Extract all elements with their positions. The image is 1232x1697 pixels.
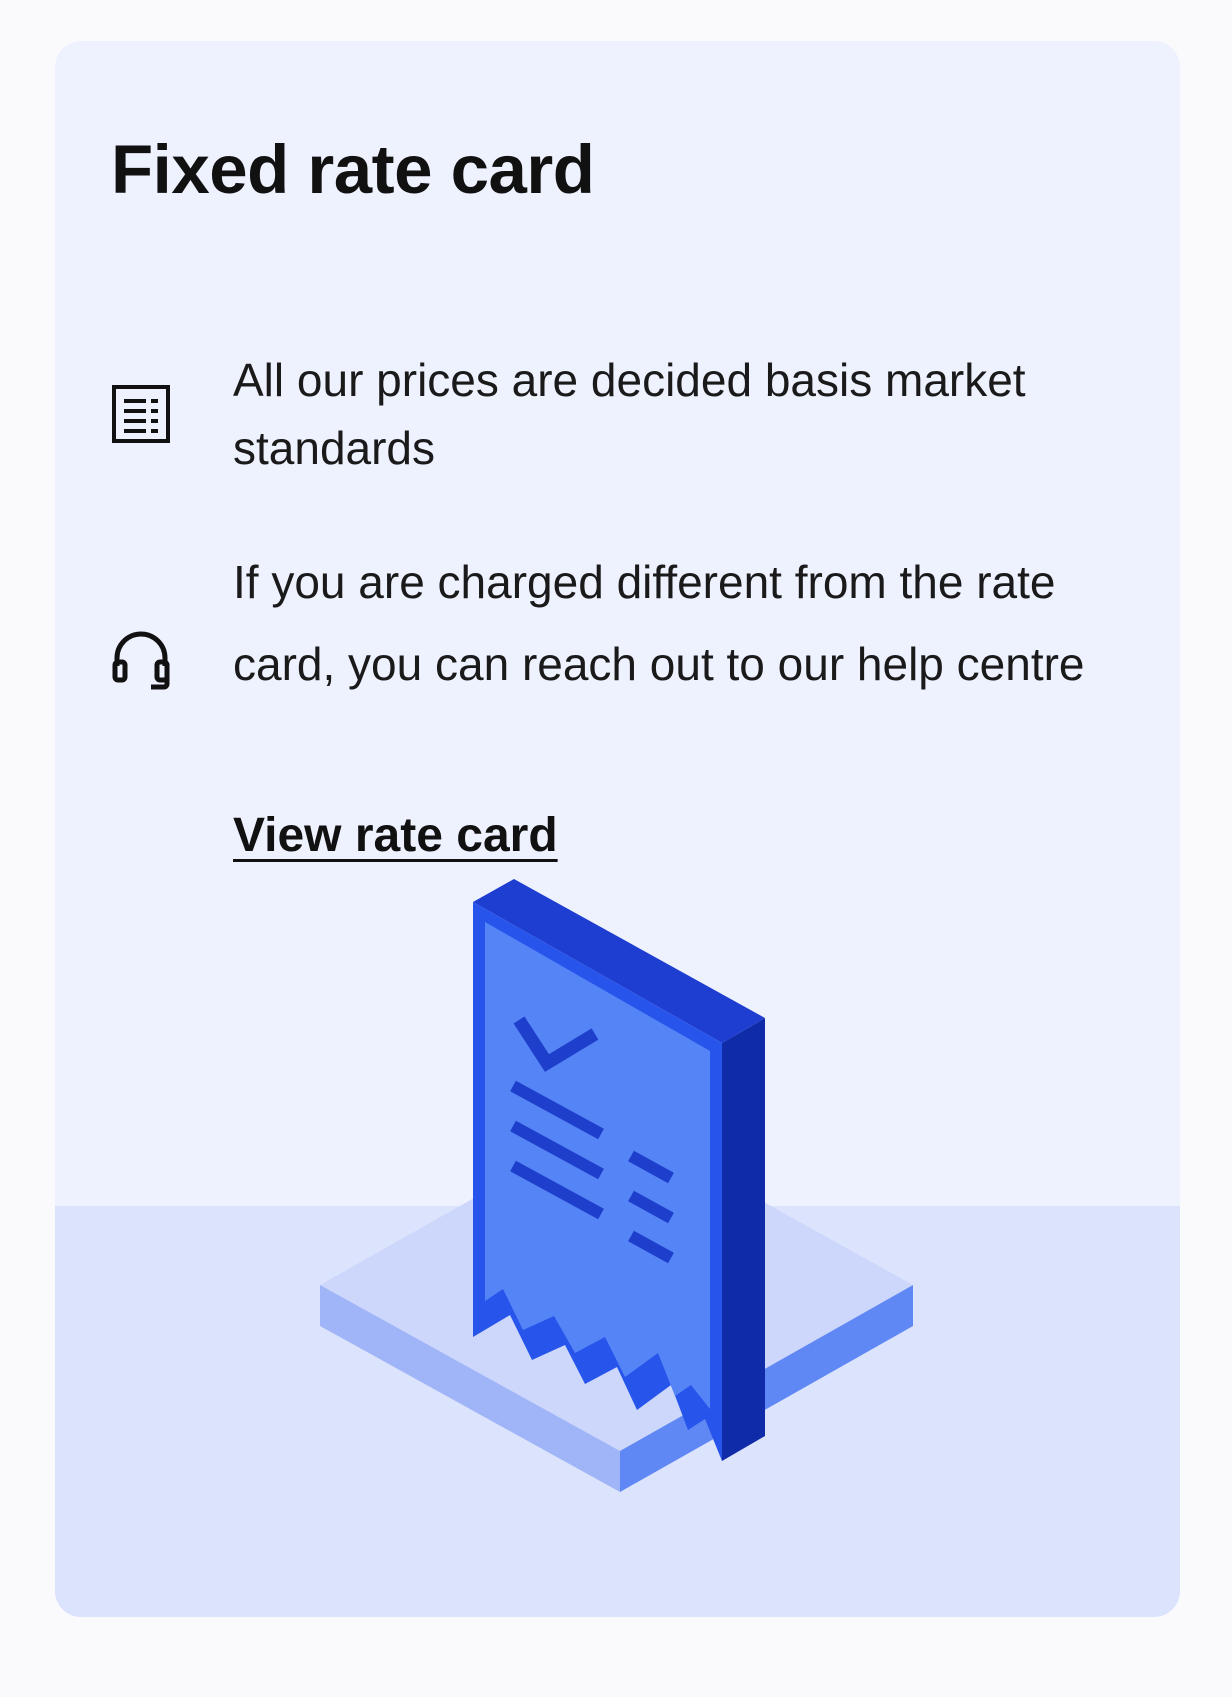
receipt-side [722,1018,765,1461]
rate-card: Fixed rate card All our prices are decid… [55,41,1180,1617]
receipt-illustration [320,879,913,1492]
